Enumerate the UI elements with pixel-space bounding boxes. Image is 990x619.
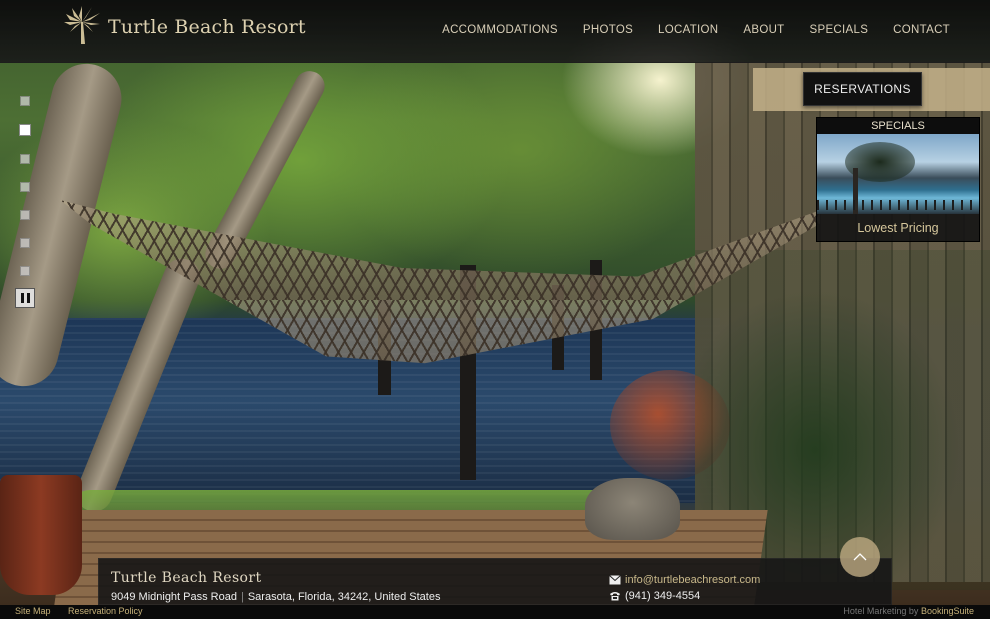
- bottom-bar: Site Map Reservation Policy Hotel Market…: [0, 605, 990, 619]
- nav-about[interactable]: ABOUT: [743, 24, 784, 36]
- credit-prefix: Hotel Marketing by: [843, 606, 919, 616]
- site-header: Turtle Beach Resort ACCOMMODATIONS PHOTO…: [0, 0, 990, 63]
- slider-dot[interactable]: [20, 210, 30, 220]
- specials-card[interactable]: SPECIALS Lowest Pricing: [816, 117, 980, 242]
- hero-flowers: [610, 370, 730, 480]
- slider-dots: [19, 96, 31, 276]
- phone-line: (941) 349-4554: [609, 590, 700, 602]
- slider-dot[interactable]: [20, 182, 30, 192]
- specials-image: [817, 134, 979, 214]
- specials-image-railing: [817, 200, 979, 210]
- credit-brand-link[interactable]: BookingSuite: [921, 606, 974, 616]
- address-street: 9049 Midnight Pass Road: [111, 591, 237, 603]
- resort-name: Turtle Beach Resort: [111, 570, 262, 586]
- slider-dot[interactable]: [20, 238, 30, 248]
- hero-turtle-statue: [585, 478, 680, 540]
- nav-contact[interactable]: CONTACT: [893, 24, 950, 36]
- slider-dot[interactable]: [20, 266, 30, 276]
- email-line: info@turtlebeachresort.com: [609, 574, 760, 586]
- phone-number[interactable]: (941) 349-4554: [625, 590, 700, 602]
- telephone-icon: [609, 591, 621, 601]
- nav-specials[interactable]: SPECIALS: [810, 24, 869, 36]
- address-separator: |: [240, 591, 244, 603]
- scroll-top-button[interactable]: [840, 537, 880, 577]
- footer-credit: Hotel Marketing by BookingSuite: [843, 606, 974, 616]
- specials-title: SPECIALS: [817, 118, 979, 134]
- address-city: Sarasota, Florida, 34242, United States: [247, 591, 441, 603]
- slider-dot[interactable]: [20, 154, 30, 164]
- nav-location[interactable]: LOCATION: [658, 24, 718, 36]
- pause-icon: [20, 293, 24, 303]
- resort-address: 9049 Midnight Pass Road | Sarasota, Florid…: [111, 591, 440, 603]
- palm-tree-icon: [60, 4, 104, 51]
- chevron-up-icon: [853, 548, 867, 566]
- nav-photos[interactable]: PHOTOS: [583, 24, 633, 36]
- envelope-icon: [609, 575, 621, 585]
- email-link[interactable]: info@turtlebeachresort.com: [625, 574, 760, 586]
- nav-accommodations[interactable]: ACCOMMODATIONS: [442, 24, 558, 36]
- slider-dot[interactable]: [20, 96, 30, 106]
- site-map-link[interactable]: Site Map: [15, 606, 51, 616]
- pause-icon: [26, 293, 30, 303]
- hero-flower-pot: [0, 475, 82, 595]
- reservations-button[interactable]: RESERVATIONS: [803, 72, 922, 106]
- logo-text: Turtle Beach Resort: [108, 16, 306, 38]
- reservation-policy-link[interactable]: Reservation Policy: [68, 606, 143, 616]
- site-logo[interactable]: Turtle Beach Resort: [60, 4, 306, 51]
- specials-caption: Lowest Pricing: [857, 221, 939, 235]
- main-nav: ACCOMMODATIONS PHOTOS LOCATION ABOUT SPE…: [442, 24, 950, 36]
- slider-pause-button[interactable]: [15, 288, 35, 308]
- contact-info-box: Turtle Beach Resort 9049 Midnight Pass R…: [98, 558, 892, 605]
- slider-dot-active[interactable]: [19, 124, 31, 136]
